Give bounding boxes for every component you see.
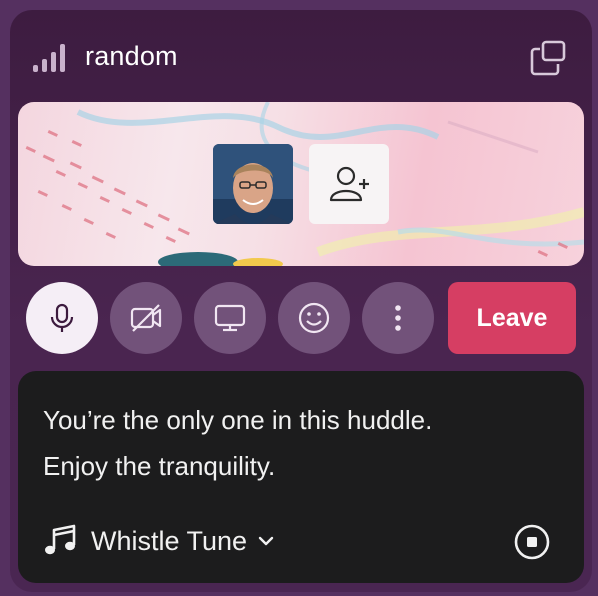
message-line: You’re the only one in this huddle. [43,405,433,435]
huddle-info-card: You’re the only one in this huddle. Enjo… [18,371,584,583]
background-art [25,102,584,266]
music-note-icon [45,524,76,555]
stop-icon [514,524,550,560]
reactions-button[interactable] [278,282,350,354]
call-controls: Leave [10,280,592,356]
signal-strength-icon [33,42,67,72]
add-person-icon [329,166,369,202]
participant-avatar[interactable] [213,144,293,224]
huddle-window: random Leave You’re the only one in this… [0,0,598,596]
huddle-message: You’re the only one in this huddle. Enjo… [43,397,543,489]
more-options-button[interactable] [362,282,434,354]
microphone-button[interactable] [26,282,98,354]
leave-button[interactable]: Leave [448,282,576,354]
video-off-icon [130,304,162,332]
chevron-down-icon [258,536,274,546]
tune-label: Whistle Tune [91,525,248,556]
popout-window-icon[interactable] [530,40,566,76]
huddle-header: random [10,10,592,102]
video-area [18,102,584,266]
video-toggle-button[interactable] [110,282,182,354]
monitor-icon [214,304,246,332]
tune-selector[interactable]: Whistle Tune [43,521,275,561]
smiley-icon [298,302,330,334]
add-person-button[interactable] [309,144,389,224]
stop-tune-button[interactable] [513,523,551,561]
microphone-icon [50,303,74,332]
screen-share-button[interactable] [194,282,266,354]
more-vertical-icon [395,305,401,331]
message-line: Enjoy the tranquility. [43,451,276,481]
huddle-panel: random Leave You’re the only one in this… [10,10,592,592]
channel-name: random [85,41,178,71]
